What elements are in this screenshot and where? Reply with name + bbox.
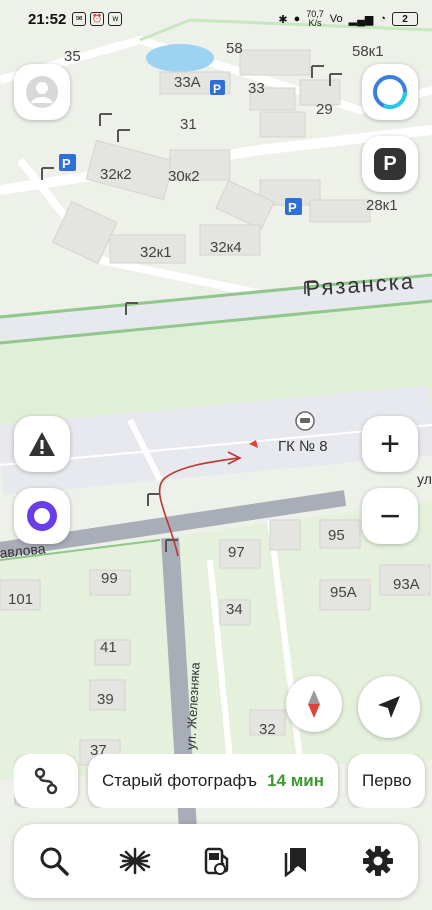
- alice-ring-icon: [373, 75, 407, 109]
- alice-button[interactable]: [14, 488, 70, 544]
- volte-icon: Vo: [329, 13, 343, 25]
- notification-icon: ✉: [72, 12, 87, 26]
- route-suggestion-1[interactable]: Перво: [348, 754, 426, 808]
- building-number-label: 32к4: [210, 239, 242, 256]
- route-suggestion-0[interactable]: Старый фотографъ 14 мин: [88, 754, 338, 808]
- compass-icon: [308, 690, 320, 718]
- warning-triangle-icon: [29, 432, 55, 456]
- profile-button[interactable]: [14, 64, 70, 120]
- building-number-label: 93А: [393, 576, 420, 593]
- building-number-label: 95: [328, 527, 345, 544]
- building-number-label: 35: [64, 48, 81, 65]
- app-icon: w: [108, 12, 123, 26]
- fuel-icon: [204, 847, 229, 875]
- alarm-icon: ⏰: [90, 12, 105, 26]
- poi-label: ГК № 8: [278, 438, 328, 455]
- building-number-label: 33А: [174, 74, 201, 91]
- svg-text:P: P: [213, 82, 221, 96]
- building-number-label: 30к2: [168, 168, 200, 185]
- zoom-out-button[interactable]: −: [362, 488, 418, 544]
- route-switch-button[interactable]: [14, 754, 78, 808]
- battery-icon: 2: [392, 12, 418, 26]
- building-number-label: 99: [101, 570, 118, 587]
- svg-text:P: P: [288, 200, 297, 215]
- alice-assistant-button[interactable]: [362, 64, 418, 120]
- signal-icon: ▂▄▆: [348, 13, 374, 26]
- bottom-tab-bar: [14, 824, 418, 898]
- building-number-label: 29: [316, 101, 333, 118]
- building-number-label: 33: [248, 80, 265, 97]
- building-number-label: 32к1: [140, 244, 172, 261]
- explore-icon: [119, 847, 151, 875]
- route-suggestions: Старый фотографъ 14 мин Перво: [14, 754, 432, 808]
- parking-icon: P: [374, 148, 406, 180]
- route-suggestion-eta: 14 мин: [267, 771, 324, 790]
- parking-button[interactable]: P: [362, 136, 418, 192]
- svg-text:P: P: [62, 156, 71, 171]
- building-number-label: 58: [226, 40, 243, 57]
- building-number-label: 95А: [330, 584, 357, 601]
- building-number-label: 28к1: [366, 197, 398, 214]
- bookmarks-icon: [284, 848, 306, 877]
- street-label-right: ул: [417, 471, 432, 487]
- plus-icon: +: [380, 425, 400, 463]
- tab-settings[interactable]: [350, 833, 406, 889]
- building-number-label: 32: [259, 721, 276, 738]
- building-number-label: 41: [100, 639, 117, 656]
- avatar-icon: [26, 76, 58, 108]
- route-suggestion-name: Перво: [362, 771, 412, 790]
- status-time: 21:52: [28, 10, 67, 28]
- building-number-label: 31: [180, 116, 197, 133]
- status-bar: 21:52 ✉ ⏰ w ✱ ● 70,7 K/s Vo ▂▄▆ ◔ 2: [0, 0, 432, 38]
- route-icon: [34, 767, 58, 795]
- network-speed: 70,7 K/s: [306, 9, 324, 28]
- pond: [146, 44, 214, 72]
- locate-button[interactable]: [358, 676, 420, 738]
- tab-bookmarks[interactable]: [269, 833, 325, 889]
- alice-icon: [27, 501, 57, 531]
- building-number-label: 97: [228, 544, 245, 561]
- minus-icon: −: [379, 495, 401, 536]
- settings-icon: [362, 846, 393, 876]
- location-icon: ●: [293, 13, 301, 25]
- tab-fuel[interactable]: [188, 833, 244, 889]
- tab-search[interactable]: [26, 833, 82, 889]
- building-number-label: 101: [8, 591, 33, 608]
- tab-explore[interactable]: [107, 833, 163, 889]
- building-number-label: 34: [226, 601, 243, 618]
- zoom-in-button[interactable]: +: [362, 416, 418, 472]
- building-number-label: 39: [97, 691, 114, 708]
- bluetooth-icon: ✱: [278, 13, 288, 26]
- road-alert-button[interactable]: [14, 416, 70, 472]
- compass-button[interactable]: [286, 676, 342, 732]
- route-suggestion-name: Старый фотографъ: [102, 771, 258, 790]
- building-number-label: 32к2: [100, 166, 132, 183]
- locate-arrow-icon: [378, 696, 400, 718]
- building-number-label: 58к1: [352, 43, 384, 60]
- wifi-icon: ◔: [379, 13, 386, 25]
- search-icon: [40, 847, 70, 876]
